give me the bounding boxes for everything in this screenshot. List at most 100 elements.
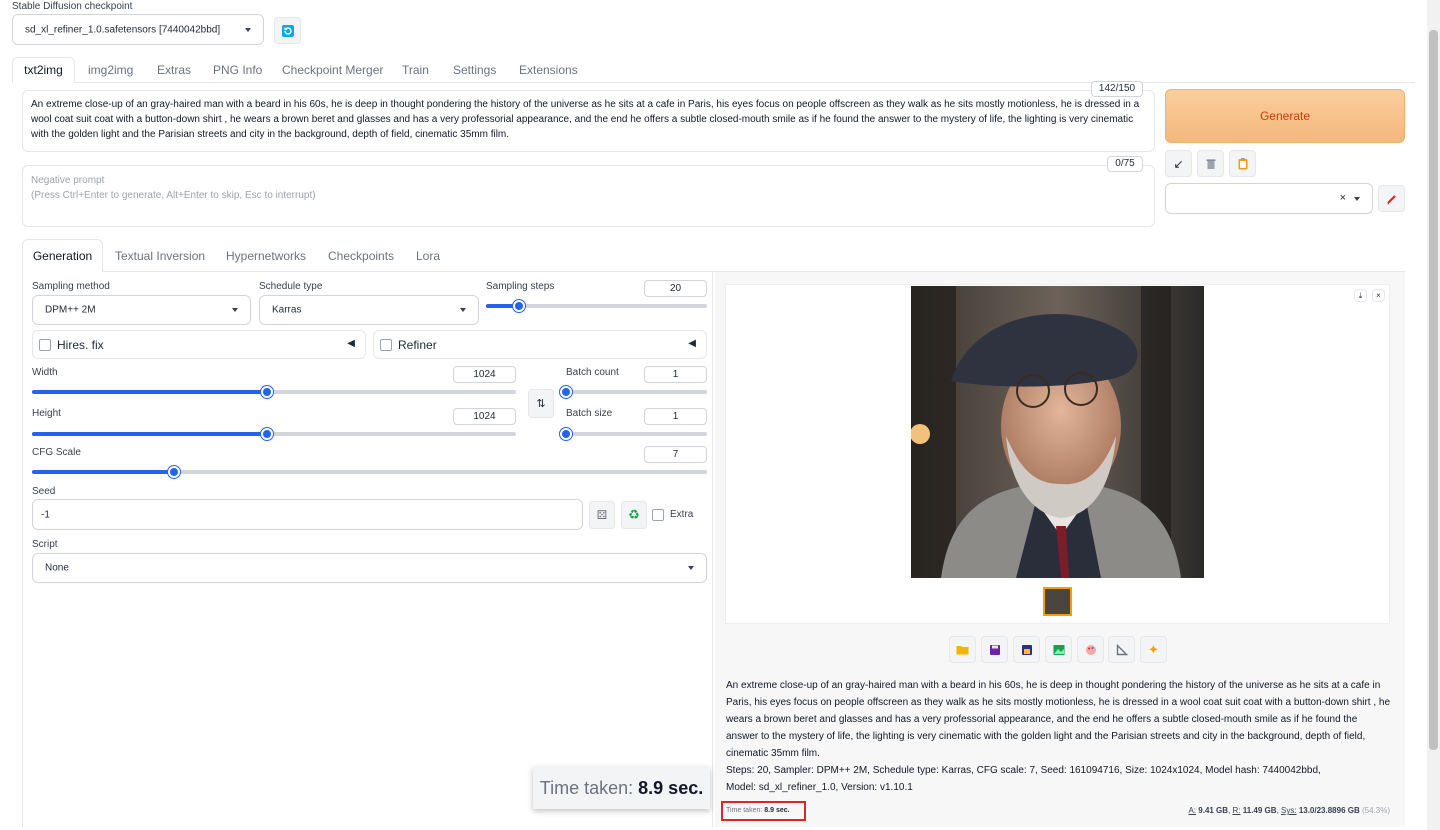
script-value: None (45, 562, 69, 574)
cfg-scale-slider[interactable] (32, 466, 707, 478)
refresh-checkpoint-button[interactable] (274, 17, 301, 44)
vram-r-label: R: (1232, 806, 1241, 815)
width-input[interactable]: 1024 (453, 366, 516, 383)
height-slider[interactable] (32, 428, 516, 440)
width-slider[interactable] (32, 386, 516, 398)
schedule-type-select[interactable]: Karras (259, 295, 479, 325)
close-icon: × (1376, 291, 1381, 300)
tab-checkpoint-merger[interactable]: Checkpoint Merger (282, 63, 383, 77)
seed-label: Seed (32, 486, 56, 497)
tab-lora[interactable]: Lora (416, 249, 440, 263)
sampling-steps-input[interactable]: 20 (644, 280, 707, 297)
vram-stats: A: 9.41 GB, R: 11.49 GB, Sys: 13.0/23.88… (1188, 806, 1390, 815)
tab-png-info[interactable]: PNG Info (213, 63, 262, 77)
prompt-token-counter: 142/150 (1091, 81, 1143, 97)
tab-train[interactable]: Train (402, 63, 429, 77)
generate-button[interactable]: Generate (1165, 89, 1405, 143)
generation-params-text: Steps: 20, Sampler: DPM++ 2M, Schedule t… (726, 765, 1321, 793)
send-to-extras-button[interactable] (1108, 636, 1135, 663)
dice-icon: ⚄ (596, 508, 608, 522)
edit-styles-button[interactable] (1378, 185, 1405, 212)
script-label: Script (32, 539, 58, 550)
sampling-method-value: DPM++ 2M (45, 304, 96, 316)
send-to-img2img-button[interactable] (1045, 636, 1072, 663)
seed-input[interactable]: -1 (32, 499, 583, 530)
clipboard-icon (1238, 158, 1247, 170)
tab-txt2img[interactable]: txt2img (12, 57, 75, 83)
tab-textual-inversion[interactable]: Textual Inversion (115, 249, 205, 263)
negative-prompt-textarea[interactable]: Negative prompt (Press Ctrl+Enter to gen… (22, 165, 1155, 227)
tab-img2img[interactable]: img2img (88, 63, 133, 77)
tab-extras[interactable]: Extras (157, 63, 191, 77)
chevron-down-icon (1354, 196, 1360, 201)
sparkle-button[interactable]: ✦ (1140, 636, 1167, 663)
tab-checkpoints[interactable]: Checkpoints (328, 249, 394, 263)
open-folder-button[interactable] (949, 636, 976, 663)
slider-handle[interactable] (167, 466, 180, 478)
reuse-seed-button[interactable]: ♻ (621, 501, 647, 529)
cfg-scale-input[interactable]: 7 (644, 446, 707, 463)
schedule-type-label: Schedule type (259, 281, 323, 292)
extra-seed-checkbox[interactable] (652, 509, 664, 521)
batch-count-slider[interactable] (560, 386, 707, 398)
tab-hypernetworks[interactable]: Hypernetworks (226, 249, 306, 263)
slider-handle[interactable] (260, 386, 273, 398)
refiner-checkbox[interactable] (380, 339, 392, 351)
save-button[interactable] (981, 636, 1008, 663)
chevron-down-icon (460, 308, 466, 312)
refiner-accordion[interactable]: Refiner ◀ (373, 330, 707, 359)
refresh-icon (281, 24, 294, 37)
tab-settings[interactable]: Settings (453, 63, 496, 77)
tab-generation[interactable]: Generation (22, 239, 103, 272)
batch-size-input[interactable]: 1 (644, 408, 707, 425)
send-to-inpaint-button[interactable] (1077, 636, 1104, 663)
download-icon: ⤓ (1358, 290, 1363, 300)
sampling-steps-slider[interactable] (486, 300, 707, 312)
slider-handle[interactable] (260, 428, 273, 440)
styles-select[interactable]: × (1165, 183, 1373, 214)
paste-style-button[interactable] (1229, 150, 1256, 177)
sampling-method-select[interactable]: DPM++ 2M (32, 295, 251, 325)
height-label: Height (32, 408, 61, 419)
zip-button[interactable] (1013, 636, 1040, 663)
prompt-textarea[interactable]: An extreme close-up of an gray-haired ma… (22, 90, 1155, 152)
batch-size-slider[interactable] (560, 428, 707, 440)
checkpoint-select[interactable]: sd_xl_refiner_1.0.safetensors [7440042bb… (12, 14, 264, 45)
hires-fix-accordion[interactable]: Hires. fix ◀ (32, 330, 366, 359)
close-image-button[interactable]: × (1372, 289, 1385, 302)
time-taken-small-label: Time taken: (726, 807, 763, 814)
recycle-icon: ♻ (628, 507, 640, 522)
clear-styles-icon[interactable]: × (1340, 192, 1346, 204)
slider-handle[interactable] (560, 428, 572, 440)
prompt-text: An extreme close-up of an gray-haired ma… (31, 99, 1140, 140)
script-select[interactable]: None (32, 553, 707, 583)
chevron-down-icon (232, 308, 238, 312)
batch-count-input[interactable]: 1 (644, 366, 707, 383)
archive-icon (1021, 644, 1032, 655)
gallery-thumbnail[interactable] (1043, 587, 1072, 616)
time-taken-small: Time taken: 8.9 sec. (721, 801, 806, 821)
scrollbar-thumb[interactable] (1429, 30, 1438, 750)
chevron-down-icon (245, 27, 251, 32)
negative-prompt-placeholder-line2: (Press Ctrl+Enter to generate, Alt+Enter… (31, 190, 316, 201)
height-input[interactable]: 1024 (453, 408, 516, 425)
slider-handle[interactable] (560, 386, 572, 398)
extra-seed-label: Extra (670, 509, 694, 520)
swap-dimensions-button[interactable]: ⇅ (528, 389, 554, 418)
random-seed-button[interactable]: ⚄ (589, 501, 615, 529)
generated-image[interactable] (911, 286, 1204, 578)
clear-prompt-button[interactable] (1197, 150, 1224, 177)
vram-a-value: 9.41 GB (1198, 806, 1229, 815)
generation-info-text: An extreme close-up of an gray-haired ma… (726, 680, 1391, 759)
vram-r-value: 11.49 GB (1242, 806, 1277, 815)
tab-extensions[interactable]: Extensions (519, 63, 578, 77)
hires-fix-checkbox[interactable] (39, 339, 51, 351)
vram-sys-label: Sys: (1281, 806, 1297, 815)
page-scrollbar[interactable] (1427, 0, 1440, 830)
read-params-button[interactable]: ↙ (1165, 150, 1192, 177)
generate-label: Generate (1259, 109, 1311, 123)
download-image-button[interactable]: ⤓ (1354, 289, 1367, 302)
negative-token-counter: 0/75 (1107, 156, 1143, 172)
checkpoint-label: Stable Diffusion checkpoint (12, 1, 133, 12)
time-taken-small-value: 8.9 sec. (764, 807, 790, 814)
